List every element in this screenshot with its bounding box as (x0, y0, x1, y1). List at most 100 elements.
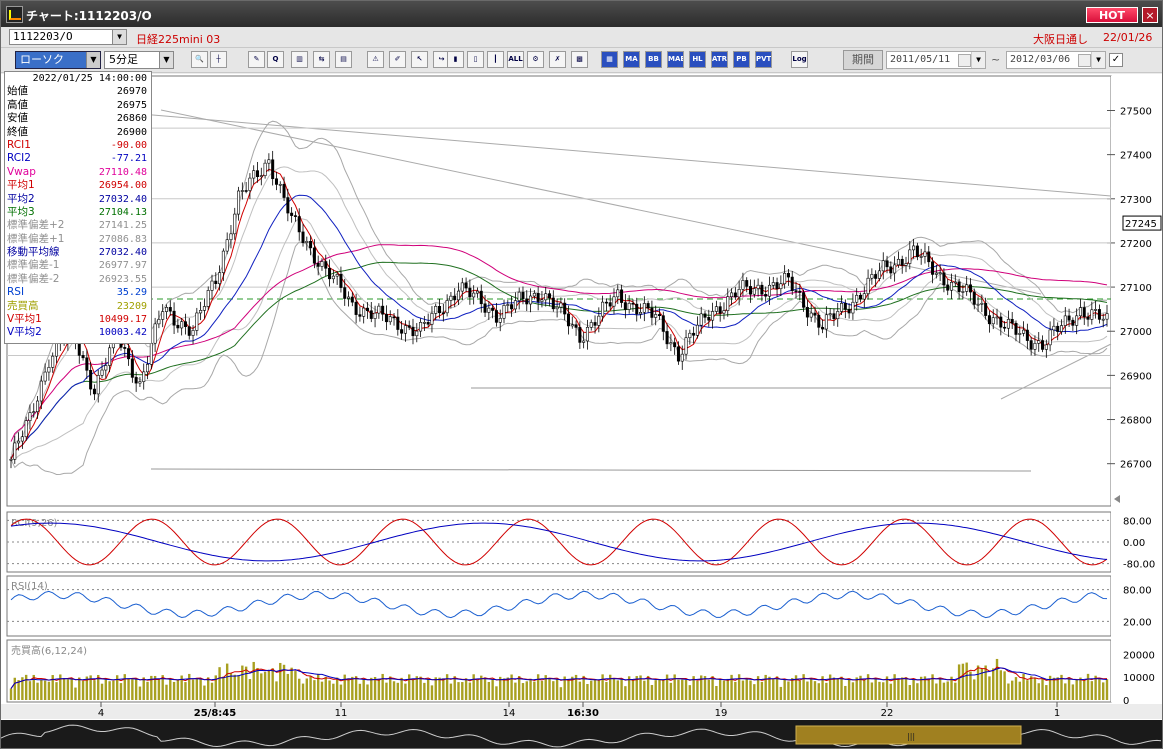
volume-bar (1010, 680, 1014, 700)
chart-area[interactable]: 27500 27400 27300 27200 27100 27000 26900 26800… (1, 71, 1162, 748)
volume-bar (529, 678, 532, 700)
volume-bar (502, 678, 506, 700)
volume-bar (1083, 680, 1086, 700)
compare-icon[interactable]: ⇆ (313, 51, 330, 68)
candle-body (942, 272, 946, 286)
info-value: -77.21 (110, 153, 147, 165)
y-tick-label: 27400 (1120, 151, 1152, 162)
grid-icon[interactable]: ▦ (601, 51, 618, 68)
pvt-icon[interactable]: PVT (755, 51, 772, 68)
candle-body (350, 296, 354, 303)
y-tick-label: 27300 (1120, 195, 1152, 206)
volume-bar (146, 681, 149, 700)
mae-icon[interactable]: MAE (667, 51, 684, 68)
candle-body (449, 295, 453, 301)
cursor-icon[interactable]: ↖ (411, 51, 428, 68)
chevron-down-icon[interactable]: ▼ (112, 30, 126, 44)
symbol-select[interactable]: 1112203/O ▼ (9, 29, 127, 45)
candle-body (464, 282, 468, 289)
candle-body (896, 258, 900, 266)
pen-icon[interactable]: ✐ (389, 51, 406, 68)
period-button[interactable]: 期間 (843, 50, 883, 70)
all-icon[interactable]: ALL (507, 51, 524, 68)
info-row: 高値 26975 (5, 99, 151, 112)
candle-body (900, 258, 904, 266)
log-icon[interactable]: Log (791, 51, 808, 68)
volume-bar (305, 678, 309, 700)
volume-bar (385, 682, 388, 700)
candle-body (252, 170, 256, 179)
date-to-field[interactable]: 2012/03/06 ▼ (1006, 51, 1106, 69)
chevron-down-icon[interactable]: ▼ (1091, 52, 1105, 68)
title-bar[interactable]: チャート:1112203/O HOT × (1, 1, 1162, 27)
candle-body (309, 240, 313, 249)
volume-bar (798, 680, 802, 700)
date-from-field[interactable]: 2011/05/11 ▼ (886, 51, 986, 69)
rsi-tick-label: 80.00 (1123, 586, 1152, 597)
close-button[interactable]: × (1142, 7, 1158, 23)
candle-body (460, 282, 464, 292)
draw-icon[interactable]: ✎ (248, 51, 265, 68)
info-label: 標準偏差-2 (7, 272, 60, 285)
volume-bar (313, 680, 316, 700)
chevron-down-icon[interactable]: ▼ (86, 52, 100, 68)
interval-select[interactable]: 5分足 ▼ (104, 51, 174, 69)
candle-body (290, 212, 294, 216)
current-price-label: 27245 (1125, 219, 1157, 230)
color-icon[interactable]: ▩ (571, 51, 588, 68)
bar2-icon[interactable]: ▯ (467, 51, 484, 68)
info-row: RCI1 -90.00 (5, 139, 151, 152)
candle-icon[interactable]: ┃ (487, 51, 504, 68)
settings-icon[interactable]: ⚙ (527, 51, 544, 68)
pb-icon[interactable]: PB (733, 51, 750, 68)
ma-icon[interactable]: MA (623, 51, 640, 68)
atr-icon[interactable]: ATR (711, 51, 728, 68)
volume-bar (476, 680, 479, 700)
volume-bar (233, 674, 236, 700)
bar-icon[interactable]: ▮ (447, 51, 464, 68)
calendar-icon[interactable] (1078, 54, 1091, 67)
hot-button[interactable]: HOT (1086, 7, 1138, 23)
candle-body (786, 272, 790, 278)
info-row: 始値 26970 (5, 85, 151, 98)
volume-bar (195, 677, 199, 700)
candle-body (532, 293, 536, 297)
bb-icon[interactable]: BB (645, 51, 662, 68)
chevron-down-icon[interactable]: ▼ (971, 52, 985, 68)
candle-body (396, 316, 400, 330)
crosshair-icon[interactable]: ┼ (210, 51, 227, 68)
candle-body (737, 289, 741, 298)
candle-body (1059, 325, 1063, 332)
volume-bar (24, 674, 28, 700)
candle-body (28, 412, 32, 421)
candle-body (574, 324, 578, 328)
volume-bar (840, 676, 843, 700)
period-apply-checkbox[interactable]: ✓ (1109, 53, 1123, 67)
warning-icon[interactable]: ⚠ (367, 51, 384, 68)
search-icon[interactable]: 🔍 (191, 51, 208, 68)
calendar-icon[interactable] (958, 54, 971, 67)
volume-bar (275, 681, 278, 700)
info-value: -90.00 (110, 139, 147, 151)
chart-type-select[interactable]: ローソク ▼ (15, 51, 101, 69)
info-row: RSI 35.29 (5, 286, 151, 299)
memo-icon[interactable]: ▤ (335, 51, 352, 68)
info-value: 27104.13 (98, 206, 147, 218)
hl-icon[interactable]: HL (689, 51, 706, 68)
volume-bar (722, 680, 726, 700)
chart-icon[interactable]: ▥ (291, 51, 308, 68)
info-row: 平均1 26954.00 (5, 179, 151, 192)
candle-body (1105, 313, 1109, 320)
zoom-icon[interactable]: Q (267, 51, 284, 68)
candle-body (551, 297, 555, 310)
candle-body (711, 311, 715, 321)
volume-bar (392, 681, 396, 700)
candle-body (510, 304, 514, 310)
chevron-down-icon[interactable]: ▼ (159, 52, 173, 68)
volume-bar (229, 672, 233, 700)
volume-bar (237, 675, 240, 700)
volume-bar (548, 678, 551, 700)
price-chart[interactable]: 27500 27400 27300 27200 27100 27000 26900 26800… (1, 74, 1162, 748)
candle-body (438, 306, 442, 314)
tool-icon[interactable]: ✗ (549, 51, 566, 68)
